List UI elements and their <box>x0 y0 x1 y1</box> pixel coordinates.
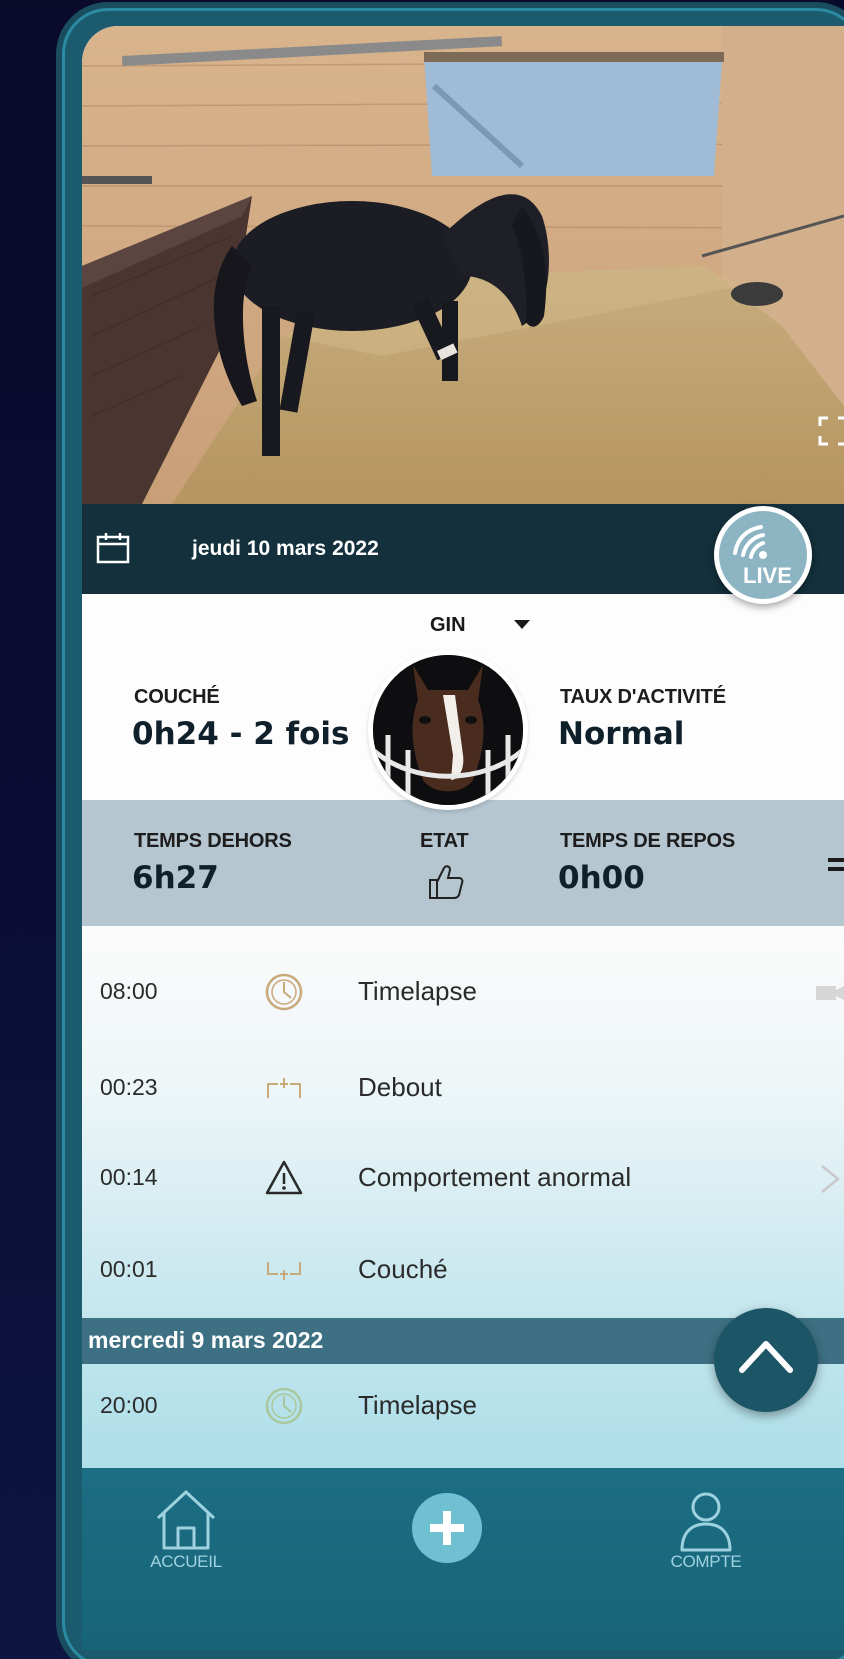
timeline-row[interactable]: 00:01 Couché <box>82 1226 844 1316</box>
thumbs-up-icon <box>429 865 464 899</box>
stats-band: TEMPS DEHORS 6h27 ETAT TEMPS DE REPOS 0h… <box>82 800 844 926</box>
activity-label: TAUX D'ACTIVITÉ <box>560 686 726 708</box>
nav-account[interactable]: COMPTE <box>658 1490 754 1572</box>
outside-time-value: 6h27 <box>132 860 219 896</box>
chevron-down-icon[interactable] <box>514 620 530 629</box>
event-label: Timelapse <box>358 1390 477 1420</box>
horse-avatar[interactable] <box>368 650 528 810</box>
state-label: ETAT <box>420 830 469 852</box>
timeline-row[interactable]: 00:14 Comportement anormal <box>82 1134 844 1224</box>
nav-account-label: COMPTE <box>670 1552 742 1571</box>
outside-time-label: TEMPS DEHORS <box>134 830 292 852</box>
stable-camera-image <box>82 26 844 504</box>
lying-label: COUCHÉ <box>134 686 220 708</box>
calendar-icon[interactable] <box>96 532 130 564</box>
event-time: 00:14 <box>100 1164 158 1190</box>
user-icon <box>680 1492 732 1552</box>
event-label: Timelapse <box>358 976 477 1006</box>
chevron-up-icon <box>739 1341 793 1373</box>
lying-value: 0h24 - 2 fois <box>132 716 350 752</box>
app-screen: jeudi 10 mars 2022 GIN COUCHÉ 0h24 - 2 f… <box>82 26 844 1650</box>
event-label: Comportement anormal <box>358 1162 632 1192</box>
rest-time-value: 0h00 <box>558 860 645 896</box>
lying-icon <box>267 1262 301 1280</box>
timeline-row[interactable]: 00:23 Debout <box>82 1044 844 1134</box>
event-time: 00:01 <box>100 1256 158 1282</box>
video-icon[interactable] <box>814 978 844 1008</box>
wifi-icon <box>733 525 767 559</box>
nav-home-label: ACCUEIL <box>150 1552 222 1571</box>
horse-portrait <box>373 655 523 805</box>
live-button[interactable]: LIVE <box>714 506 812 604</box>
previous-day-label: mercredi 9 mars 2022 <box>88 1327 324 1353</box>
clock-icon <box>265 973 303 1011</box>
event-label: Couché <box>358 1254 448 1284</box>
bottom-navigation: ACCUEIL COMPTE <box>82 1468 844 1650</box>
event-time: 08:00 <box>100 978 158 1004</box>
chevron-right-icon[interactable] <box>814 1164 844 1194</box>
activity-value: Normal <box>558 716 685 752</box>
scroll-top-button[interactable] <box>714 1308 818 1412</box>
fullscreen-icon[interactable] <box>818 416 844 446</box>
live-label: LIVE <box>743 563 792 588</box>
home-icon <box>156 1490 216 1550</box>
warning-icon <box>265 1160 303 1195</box>
nav-home[interactable]: ACCUEIL <box>138 1488 234 1572</box>
clock-icon <box>265 1387 303 1425</box>
current-date[interactable]: jeudi 10 mars 2022 <box>192 537 379 561</box>
add-button[interactable] <box>412 1493 482 1563</box>
timeline-row[interactable]: 08:00 Timelapse <box>82 948 844 1038</box>
rest-time-label: TEMPS DE REPOS <box>560 830 736 852</box>
event-time: 20:00 <box>100 1392 158 1418</box>
event-label: Debout <box>358 1072 442 1102</box>
event-time: 00:23 <box>100 1074 158 1100</box>
horse-name[interactable]: GIN <box>430 614 466 637</box>
plus-icon <box>430 1511 464 1545</box>
camera-feed[interactable] <box>82 26 844 504</box>
standing-icon <box>267 1078 301 1098</box>
menu-icon[interactable] <box>828 856 844 874</box>
